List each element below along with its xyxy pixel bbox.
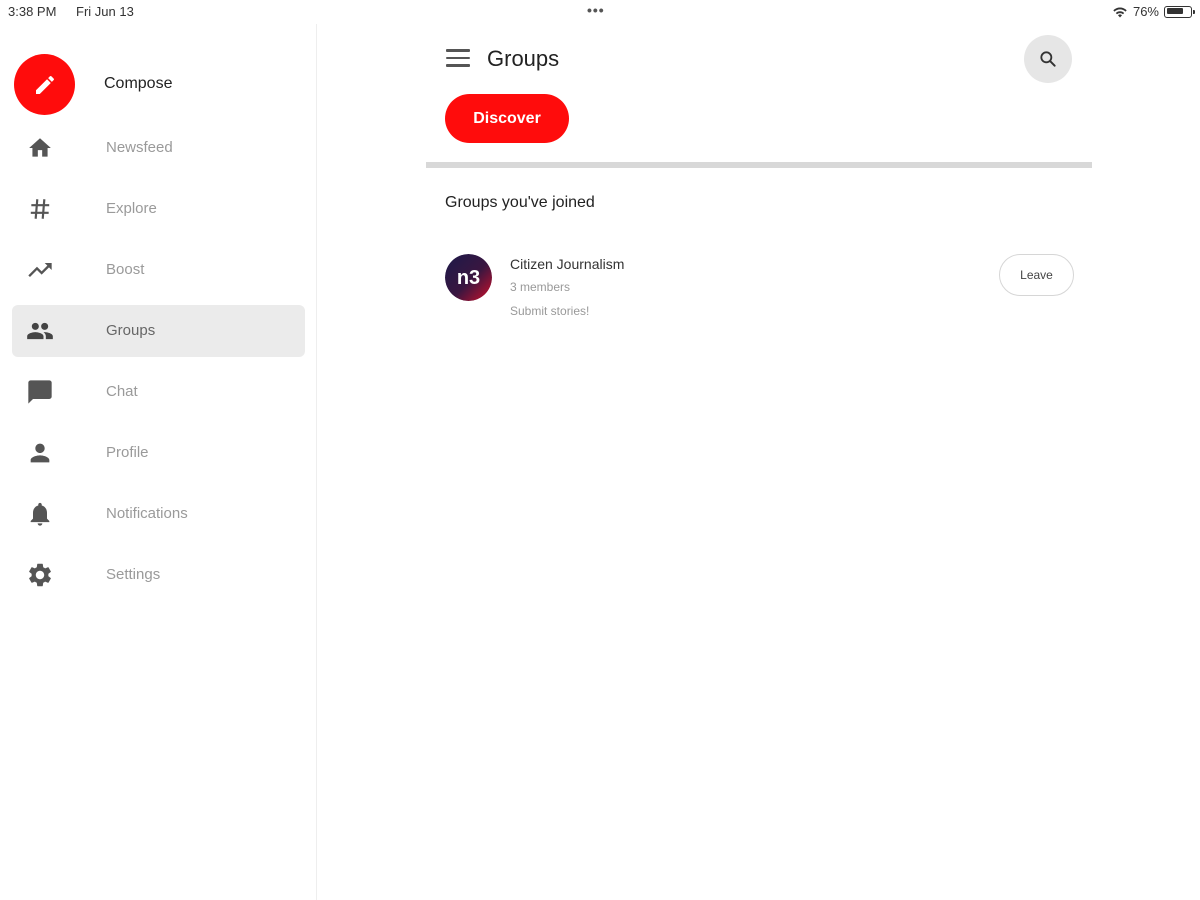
pencil-icon: [35, 75, 54, 94]
home-icon: [26, 134, 54, 162]
page-title: Groups: [487, 46, 560, 71]
sidebar-item-settings[interactable]: Settings: [12, 549, 305, 601]
trending-icon: [26, 256, 54, 284]
discover-button[interactable]: Discover: [445, 94, 569, 143]
sidebar-item-notifications[interactable]: Notifications: [12, 488, 305, 540]
hamburger-menu-icon[interactable]: [446, 49, 472, 69]
battery-icon: [1164, 5, 1195, 18]
leave-button[interactable]: Leave: [999, 254, 1074, 296]
sidebar-item-explore[interactable]: Explore: [12, 183, 305, 235]
group-member-count: 3 members: [510, 280, 571, 294]
group-avatar[interactable]: n3: [445, 254, 492, 301]
group-name[interactable]: Citizen Journalism: [510, 256, 624, 272]
battery-fill: [1166, 8, 1184, 14]
sidebar-item-label: Groups: [106, 322, 156, 339]
compose-circle[interactable]: [14, 54, 75, 115]
section-title: Groups you've joined: [445, 194, 595, 211]
sidebar-item-label: Notifications: [106, 505, 188, 522]
sidebar-item-label: Chat: [106, 383, 138, 400]
main-content: Groups Discover Groups you've joined n3: [318, 24, 1200, 900]
hashtag-icon: [26, 195, 54, 223]
group-logo-icon: n3: [445, 254, 492, 301]
sidebar-item-label: Settings: [106, 566, 161, 583]
compose-button[interactable]: Compose: [14, 54, 172, 115]
status-time: 3:38 PM: [8, 4, 57, 19]
group-list-item[interactable]: n3 Citizen Journalism 3 members Submit s…: [445, 252, 1075, 322]
status-bar: 3:38 PM Fri Jun 13 ••• 76%: [0, 0, 1200, 24]
chat-icon: [26, 378, 54, 406]
sidebar-item-label: Newsfeed: [106, 139, 173, 156]
sidebar-item-groups[interactable]: Groups: [12, 305, 305, 357]
sidebar: Compose Newsfeed Explore Boost Groups Ch…: [0, 24, 317, 900]
sidebar-item-chat[interactable]: Chat: [12, 366, 305, 418]
person-icon: [26, 439, 54, 467]
groups-icon: [26, 317, 54, 345]
group-logo-text: n3: [457, 267, 480, 289]
status-date: Fri Jun 13: [76, 4, 134, 19]
battery-percent: 76%: [1132, 4, 1159, 19]
sidebar-item-label: Profile: [106, 444, 149, 461]
sidebar-item-newsfeed[interactable]: Newsfeed: [12, 122, 305, 174]
bell-icon: [26, 500, 54, 528]
status-indicators: 76%: [1112, 4, 1195, 19]
search-button[interactable]: [1024, 35, 1072, 83]
group-description: Submit stories!: [510, 304, 590, 318]
divider: [426, 162, 1092, 168]
sidebar-item-label: Explore: [106, 200, 157, 217]
sidebar-item-label: Boost: [106, 261, 145, 278]
search-icon: [1040, 51, 1056, 67]
gear-icon: [26, 561, 54, 589]
sidebar-item-profile[interactable]: Profile: [12, 427, 305, 479]
wifi-icon: [1113, 7, 1127, 17]
compose-label: Compose: [104, 75, 173, 92]
multitasking-dots[interactable]: •••: [587, 2, 605, 18]
sidebar-item-boost[interactable]: Boost: [12, 244, 305, 296]
